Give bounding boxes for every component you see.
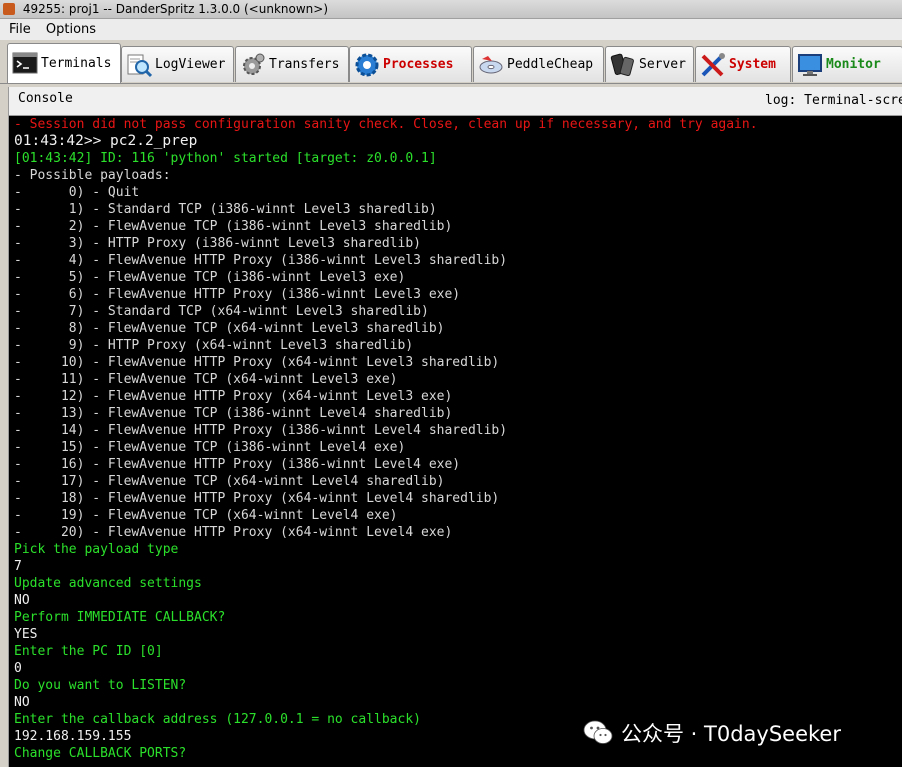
terminal-line: - 3) - HTTP Proxy (i386-winnt Level3 sha… — [14, 236, 421, 251]
terminal-line: - 15) - FlewAvenue TCP (i386-winnt Level… — [14, 440, 406, 455]
terminal-line: Perform IMMEDIATE CALLBACK? — [14, 610, 226, 625]
gear-icon — [243, 53, 265, 75]
terminal-line: - Session did not pass configuration san… — [14, 117, 758, 132]
terminal-line: Pick the payload type — [14, 542, 179, 557]
tab-monitor-label: Monitor — [826, 57, 881, 72]
cog-blue-icon — [355, 53, 379, 76]
terminal-line: Enter the PC ID [0] — [14, 644, 163, 659]
terminal-line: - 16) - FlewAvenue HTTP Proxy (i386-winn… — [14, 457, 461, 472]
monitor-icon — [798, 53, 822, 76]
tab-transfers-label: Transfers — [269, 57, 340, 72]
tab-logviewer[interactable]: LogViewer — [121, 46, 234, 82]
menu-options[interactable]: Options — [46, 22, 96, 37]
terminal-line: - 14) - FlewAvenue HTTP Proxy (i386-winn… — [14, 423, 508, 438]
java-app-icon — [3, 3, 15, 15]
terminal-line: - 18) - FlewAvenue HTTP Proxy (x64-winnt… — [14, 491, 500, 506]
tab-server-label: Server — [639, 57, 686, 72]
terminal-line: - 12) - FlewAvenue HTTP Proxy (x64-winnt… — [14, 389, 453, 404]
terminal-line: [01:43:42] ID: 116 'python' started [tar… — [14, 151, 437, 166]
terminal-line: Enter the callback address (127.0.0.1 = … — [14, 712, 421, 727]
terminal-line: - 20) - FlewAvenue HTTP Proxy (x64-winnt… — [14, 525, 453, 540]
tab-terminals[interactable]: Terminals — [7, 43, 121, 83]
terminal-line: - 5) - FlewAvenue TCP (i386-winnt Level3… — [14, 270, 406, 285]
terminal-line: - 17) - FlewAvenue TCP (x64-winnt Level4… — [14, 474, 445, 489]
watermark: 公众号 · T0daySeeker — [583, 716, 841, 750]
console-panel: Console log: Terminal-scre - Session did… — [8, 87, 902, 767]
tab-terminals-label: Terminals — [41, 56, 112, 71]
window-title: 49255: proj1 -- DanderSpritz 1.3.0.0 (<u… — [22, 2, 328, 16]
terminal-line: 192.168.159.155 — [14, 729, 132, 744]
terminal-line: - 0) - Quit — [14, 185, 140, 200]
terminal-line: 01:43:42>> pc2.2_prep — [14, 133, 198, 149]
terminal-line: - 6) - FlewAvenue HTTP Proxy (i386-winnt… — [14, 287, 461, 302]
tab-logviewer-label: LogViewer — [155, 57, 226, 72]
terminal-line: NO — [14, 593, 30, 608]
device-icon — [610, 53, 634, 76]
terminal-line: - 1) - Standard TCP (i386-winnt Level3 s… — [14, 202, 437, 217]
console-title: Console — [18, 91, 73, 106]
terminal-line: - 13) - FlewAvenue TCP (i386-winnt Level… — [14, 406, 453, 421]
tab-peddlecheap-label: PeddleCheap — [507, 57, 594, 72]
terminal-line: - Possible payloads: — [14, 168, 171, 183]
terminal-line: Update advanced settings — [14, 576, 202, 591]
terminal-line: - 2) - FlewAvenue TCP (i386-winnt Level3… — [14, 219, 453, 234]
menu-file[interactable]: File — [9, 22, 31, 37]
terminal-line: Change CALLBACK PORTS? — [14, 746, 187, 761]
terminal-icon — [12, 52, 38, 73]
tab-bar: Terminals LogViewer Transfers Processes — [0, 41, 902, 84]
menu-bar: File Options — [0, 19, 902, 40]
watermark-text: 公众号 · T0daySeeker — [621, 722, 841, 746]
terminal-output[interactable]: - Session did not pass configuration san… — [9, 116, 902, 767]
log-label: log: Terminal-scre — [765, 93, 902, 108]
terminal-line: - 7) - Standard TCP (x64-winnt Level3 sh… — [14, 304, 429, 319]
console-header: Console log: Terminal-scre — [9, 87, 902, 116]
terminal-line: - 19) - FlewAvenue TCP (x64-winnt Level4… — [14, 508, 398, 523]
tab-system-label: System — [729, 57, 776, 72]
wechat-icon — [583, 720, 613, 744]
tab-monitor[interactable]: Monitor — [792, 46, 902, 82]
terminal-line: - 11) - FlewAvenue TCP (x64-winnt Level3… — [14, 372, 398, 387]
terminal-line: 0 — [14, 661, 22, 676]
disc-icon — [479, 55, 503, 73]
tab-server[interactable]: Server — [605, 46, 694, 82]
tab-peddlecheap[interactable]: PeddleCheap — [473, 46, 604, 82]
terminal-line: NO — [14, 695, 30, 710]
terminal-line: - 9) - HTTP Proxy (x64-winnt Level3 shar… — [14, 338, 414, 353]
tab-processes[interactable]: Processes — [349, 46, 472, 82]
terminal-line: - 10) - FlewAvenue HTTP Proxy (x64-winnt… — [14, 355, 500, 370]
terminal-line: Do you want to LISTEN? — [14, 678, 187, 693]
tools-icon — [701, 52, 725, 76]
terminal-line: 7 — [14, 559, 22, 574]
tab-system[interactable]: System — [695, 46, 791, 82]
terminal-line: YES — [14, 627, 38, 642]
magnifier-icon — [127, 54, 152, 77]
window-titlebar: 49255: proj1 -- DanderSpritz 1.3.0.0 (<u… — [0, 0, 902, 19]
terminal-line: - 8) - FlewAvenue TCP (x64-winnt Level3 … — [14, 321, 445, 336]
terminal-line: - 4) - FlewAvenue HTTP Proxy (i386-winnt… — [14, 253, 508, 268]
tab-processes-label: Processes — [383, 57, 454, 72]
tab-transfers[interactable]: Transfers — [235, 46, 349, 82]
